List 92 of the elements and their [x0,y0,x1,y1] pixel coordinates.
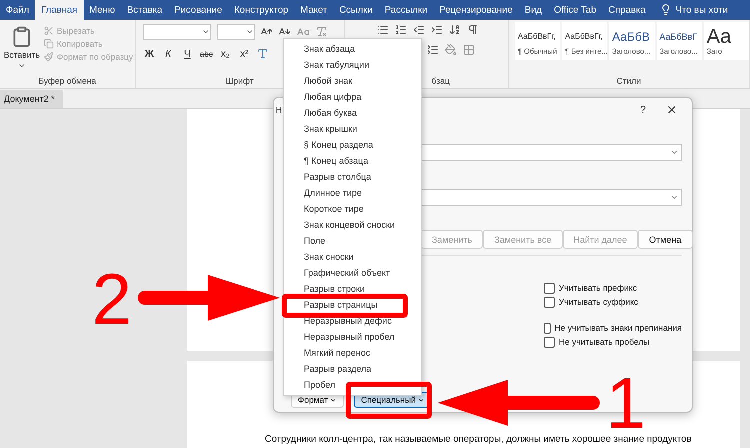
find-field[interactable] [421,144,682,161]
caret-icon [18,62,26,70]
close-button[interactable] [666,104,678,116]
menu-item[interactable]: Графический объект [284,265,394,281]
menu-item[interactable]: Знак сноски [284,249,358,265]
font-size-field[interactable] [217,24,255,40]
ribbon-tab[interactable]: Рассылки [378,0,434,20]
sort-icon[interactable] [448,24,461,36]
format-button[interactable]: abc [200,50,213,58]
menu-item[interactable]: Знак табуляции [284,57,374,73]
copy-icon [44,39,54,49]
clipboard-icon [11,26,33,48]
dialog-button[interactable]: Отмена [638,230,693,249]
group-label: Буфер обмена [38,75,96,88]
ribbon-tab[interactable]: Меню [84,0,122,20]
grid-icon[interactable] [462,44,475,56]
checkbox-label: Не учитывать пробелы [559,337,650,347]
caret-icon [330,396,338,404]
ribbon-tab[interactable]: Главная [35,0,84,20]
style-sample: АаБбВвГ [660,30,698,44]
replace-field[interactable] [421,189,682,206]
menu-item[interactable]: Любая цифра [284,89,366,105]
ribbon-tab[interactable]: Вид [518,0,548,20]
document-tab[interactable]: Документ2 * [0,90,63,108]
checkbox-label: Учитывать префикс [559,283,638,293]
menu-item[interactable]: ¶ Конец абзаца [284,153,372,169]
format-button[interactable]: x² [238,48,251,60]
ribbon-tab[interactable]: Макет [294,0,334,20]
menu-item[interactable]: § Конец раздела [284,137,378,153]
menu-item[interactable]: Короткое тире [284,201,368,217]
paint-bucket-icon[interactable] [444,44,457,56]
line-spacing-icon[interactable] [426,44,439,56]
caret-icon [670,148,679,157]
caret-icon [670,193,679,202]
page-text: Сотрудники колл-центра, так называемые операторы, должны иметь хорошее знание продуктов [265,434,693,445]
brush-icon [44,52,54,62]
checkbox[interactable] [544,336,555,348]
group-label: Стили [616,75,642,88]
group-label: Шрифт [226,75,254,88]
menu-item[interactable]: Поле [284,233,330,249]
checkbox-label: Не учитывать знаки препинания [554,323,682,333]
letter-icon[interactable] [257,48,269,60]
lightbulb-icon[interactable] [660,4,672,16]
pilcrow-icon[interactable] [466,24,479,36]
checkbox[interactable] [544,322,551,334]
caret-icon [202,28,210,36]
menu-item[interactable]: Пробел [284,377,340,393]
style-sample: АаБбВвГг, [565,30,603,42]
menu-item[interactable]: Длинное тире [284,185,366,201]
ribbon-tab[interactable]: Вставка [121,0,169,20]
indent-increase-icon[interactable] [430,24,443,36]
format-button[interactable]: К [162,48,175,60]
menu-item[interactable]: Разрыв столбца [284,169,376,185]
clear-format-icon[interactable] [316,26,328,38]
help-button[interactable]: ? [640,104,646,116]
ribbon-tab[interactable]: Конструктор [228,0,295,20]
checkbox[interactable] [544,282,555,294]
caret-icon [418,396,425,404]
tell-me-search[interactable]: Что вы хоти [676,0,728,20]
style-sample: Аа [706,26,732,46]
ribbon-tab[interactable]: Файл [0,0,36,20]
ribbon-tab[interactable]: Справка [602,0,652,20]
style-sample: АаБбВвГг, [518,30,556,42]
menu-item[interactable]: Неразрывный пробел [284,329,399,345]
numbered-list-icon[interactable] [394,24,407,36]
scissors-icon [44,26,54,36]
ribbon-tab[interactable]: Office Tab [548,0,603,20]
menu-item[interactable]: Знак концевой сноски [284,217,400,233]
paste-button[interactable]: Вставить [4,24,40,74]
ribbon-tab[interactable]: Рецензирование [434,0,519,20]
format-button[interactable]: Ж [143,48,156,60]
menu-item[interactable]: Знак крышки [284,121,362,137]
step-number: 2 [92,272,132,328]
group-label: бзац [432,75,450,88]
caret-icon [246,28,254,36]
menu-item[interactable]: Мягкий перенос [284,345,375,361]
dialog-title: Н [276,105,282,115]
menu-item[interactable]: Разрыв раздела [284,361,376,377]
checkbox[interactable] [544,296,555,308]
menu-item[interactable]: Любой знак [284,73,356,89]
ribbon-tab[interactable]: Ссылки [333,0,379,20]
checkbox-label: Учитывать суффикс [559,297,638,307]
menu-item[interactable]: Любая буква [284,105,362,121]
indent-decrease-icon[interactable] [412,24,425,36]
ribbon-tab[interactable]: Рисование [168,0,228,20]
style-sample: АаБбВ [612,28,650,46]
format-button[interactable]: Ч [181,48,194,60]
font-name-field[interactable] [143,24,211,40]
step-number: 1 [606,376,646,432]
menu-item[interactable]: Знак абзаца [284,41,360,57]
menu-item[interactable]: Разрыв строки [284,281,370,297]
format-button[interactable]: x₂ [219,48,232,60]
